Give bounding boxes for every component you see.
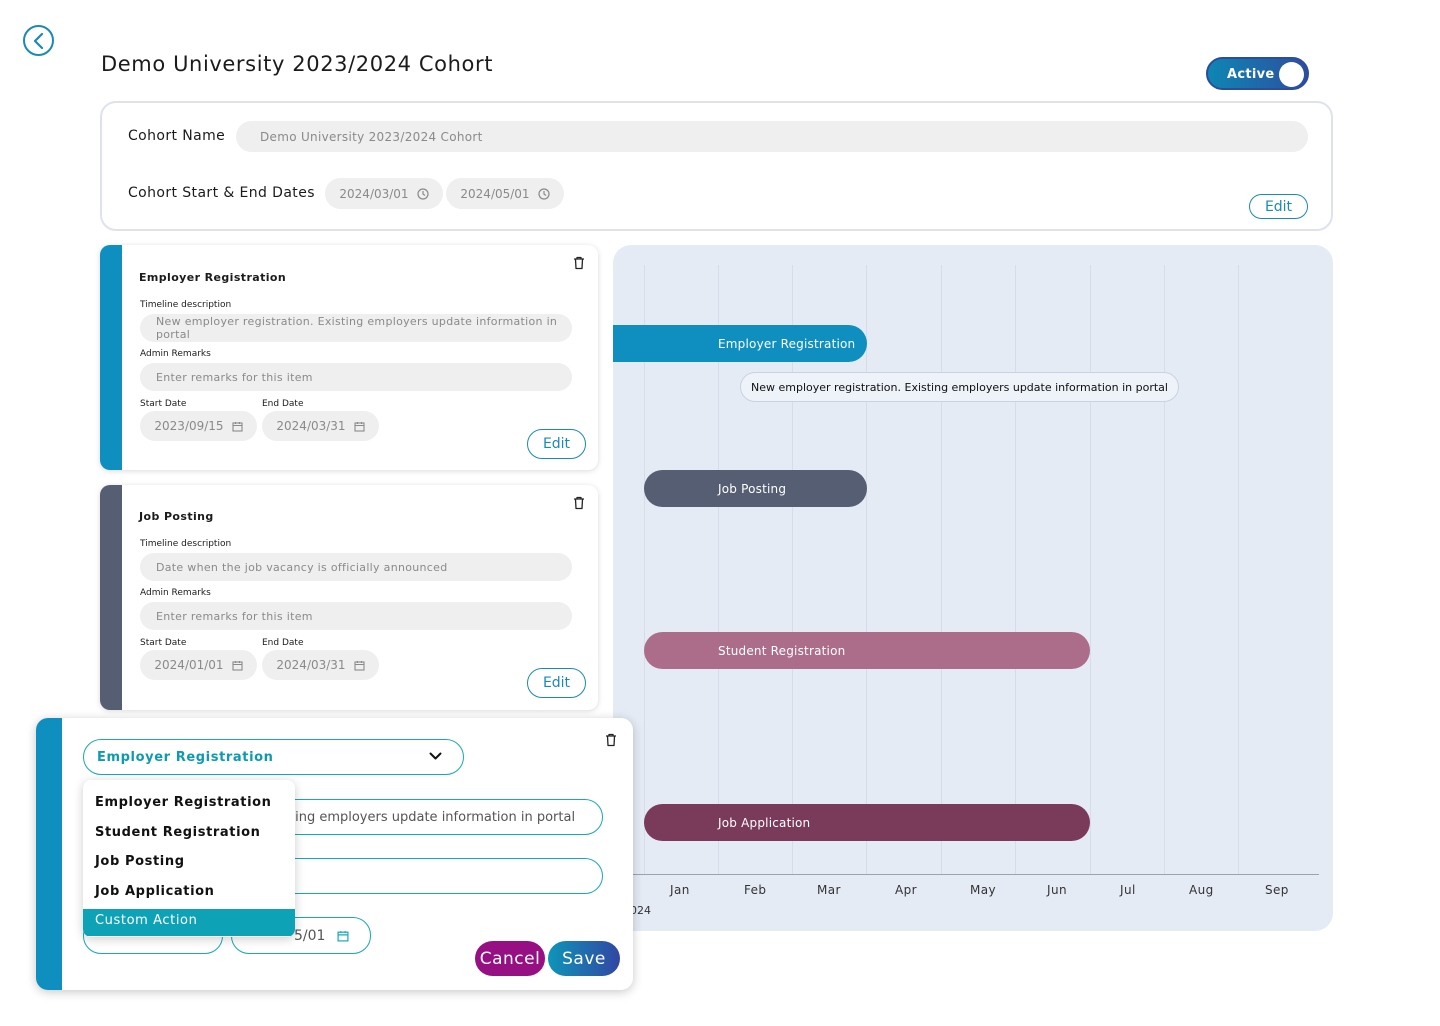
gridline xyxy=(1015,265,1016,875)
clock-icon xyxy=(416,187,429,200)
start-date-value: 2024/01/01 xyxy=(154,658,224,672)
admin-remarks-input[interactable]: Enter remarks for this item xyxy=(140,602,572,630)
timeline-description-input[interactable]: New employer registration. Existing empl… xyxy=(140,314,572,342)
save-button[interactable]: Save xyxy=(548,941,620,976)
dropdown-option[interactable]: Job Posting xyxy=(95,854,185,869)
card-title: Employer Registration xyxy=(139,271,287,284)
dropdown-option[interactable]: Student Registration xyxy=(95,825,261,840)
month-label: Mar xyxy=(817,883,841,897)
cohort-start-date[interactable]: 2024/03/01 xyxy=(325,178,443,209)
cohort-start-date-value: 2024/03/01 xyxy=(339,186,409,201)
x-axis-line xyxy=(633,874,1319,875)
cohort-name-input[interactable]: Demo University 2023/2024 Cohort xyxy=(236,121,1308,152)
timeline-card-employer-registration: Employer Registration Timeline descripti… xyxy=(100,245,598,470)
month-label: Apr xyxy=(895,883,917,897)
gridline xyxy=(1090,265,1091,875)
gantt-bar-job-posting[interactable]: Job Posting xyxy=(644,470,867,507)
calendar-icon xyxy=(354,421,365,432)
toggle-knob xyxy=(1279,62,1304,87)
month-label: Jan xyxy=(670,883,690,897)
month-label: Jun xyxy=(1047,883,1067,897)
calendar-icon xyxy=(232,421,243,432)
timeline-type-select[interactable]: Employer Registration xyxy=(83,739,464,775)
end-date-value: 2024/03/31 xyxy=(276,419,346,433)
calendar-icon xyxy=(354,660,365,671)
trash-icon[interactable] xyxy=(604,733,618,747)
gridline xyxy=(941,265,942,875)
dropdown-option-label: Custom Action xyxy=(95,913,198,928)
timeline-description-input[interactable]: Date when the job vacancy is officially … xyxy=(140,553,572,581)
timeline-card-job-posting: Job Posting Timeline description Date wh… xyxy=(100,485,598,710)
end-date-label: End Date xyxy=(262,399,304,409)
card-edit-button[interactable]: Edit xyxy=(527,668,586,698)
cohort-dates-label: Cohort Start & End Dates xyxy=(128,185,315,201)
card-color-bar xyxy=(36,718,62,990)
gantt-bar-employer-registration[interactable]: Employer Registration xyxy=(613,325,867,362)
toggle-label: Active xyxy=(1227,67,1275,82)
month-label: Feb xyxy=(744,883,767,897)
cancel-button[interactable]: Cancel xyxy=(475,941,545,976)
trash-icon[interactable] xyxy=(572,256,586,270)
card-title: Job Posting xyxy=(139,510,214,523)
gantt-bar-student-registration[interactable]: Student Registration xyxy=(644,632,1090,669)
start-date-input[interactable]: 2024/01/01 xyxy=(140,650,257,680)
admin-remarks-input[interactable]: Enter remarks for this item xyxy=(140,363,572,391)
bar-tooltip: New employer registration. Existing empl… xyxy=(740,372,1179,402)
dropdown-option-highlighted[interactable]: Custom Action xyxy=(83,909,295,936)
timeline-chart: Employer Registration New employer regis… xyxy=(613,245,1333,931)
admin-remarks-label: Admin Remarks xyxy=(140,588,211,598)
selected-type: Employer Registration xyxy=(97,749,274,765)
timeline-description-label: Timeline description xyxy=(140,539,232,549)
end-date-value: 5/01 xyxy=(294,927,326,944)
chevron-down-icon xyxy=(429,752,442,760)
end-date-label: End Date xyxy=(262,638,304,648)
card-color-bar xyxy=(100,245,122,470)
gridline xyxy=(1238,265,1239,875)
start-date-value: 2023/09/15 xyxy=(154,419,224,433)
timeline-description-label: Timeline description xyxy=(140,300,232,310)
gantt-bar-job-application[interactable]: Job Application xyxy=(644,804,1090,841)
end-date-input[interactable]: 2024/03/31 xyxy=(262,650,379,680)
cohort-end-date-value: 2024/05/01 xyxy=(460,186,530,201)
cohort-end-date[interactable]: 2024/05/01 xyxy=(446,178,564,209)
cohort-name-label: Cohort Name xyxy=(128,128,226,144)
end-date-value: 2024/03/31 xyxy=(276,658,346,672)
cohort-edit-button[interactable]: Edit xyxy=(1249,194,1308,219)
card-color-bar xyxy=(100,485,122,710)
page-title: Demo University 2023/2024 Cohort xyxy=(101,52,494,76)
cohort-details-card: Cohort Name Demo University 2023/2024 Co… xyxy=(100,101,1333,231)
start-date-label: Start Date xyxy=(140,638,187,648)
active-toggle[interactable]: Active xyxy=(1206,57,1309,90)
admin-remarks-label: Admin Remarks xyxy=(140,349,211,359)
trash-icon[interactable] xyxy=(572,496,586,510)
dropdown-option[interactable]: Employer Registration xyxy=(95,795,272,810)
timeline-type-dropdown: Employer Registration Student Registrati… xyxy=(83,780,295,937)
card-edit-button[interactable]: Edit xyxy=(527,429,586,459)
back-button[interactable] xyxy=(23,25,54,56)
month-label: Sep xyxy=(1265,883,1289,897)
end-date-input[interactable]: 2024/03/31 xyxy=(262,411,379,441)
calendar-icon xyxy=(232,660,243,671)
gridline xyxy=(1164,265,1165,875)
calendar-icon xyxy=(337,930,349,942)
start-date-label: Start Date xyxy=(140,399,187,409)
month-label: May xyxy=(970,883,997,897)
chevron-left-icon xyxy=(33,32,43,49)
dropdown-option[interactable]: Job Application xyxy=(95,884,215,899)
start-date-input[interactable]: 2023/09/15 xyxy=(140,411,257,441)
month-label: Jul xyxy=(1120,883,1136,897)
gridline xyxy=(866,265,867,875)
month-label: Aug xyxy=(1189,883,1214,897)
clock-icon xyxy=(537,187,550,200)
